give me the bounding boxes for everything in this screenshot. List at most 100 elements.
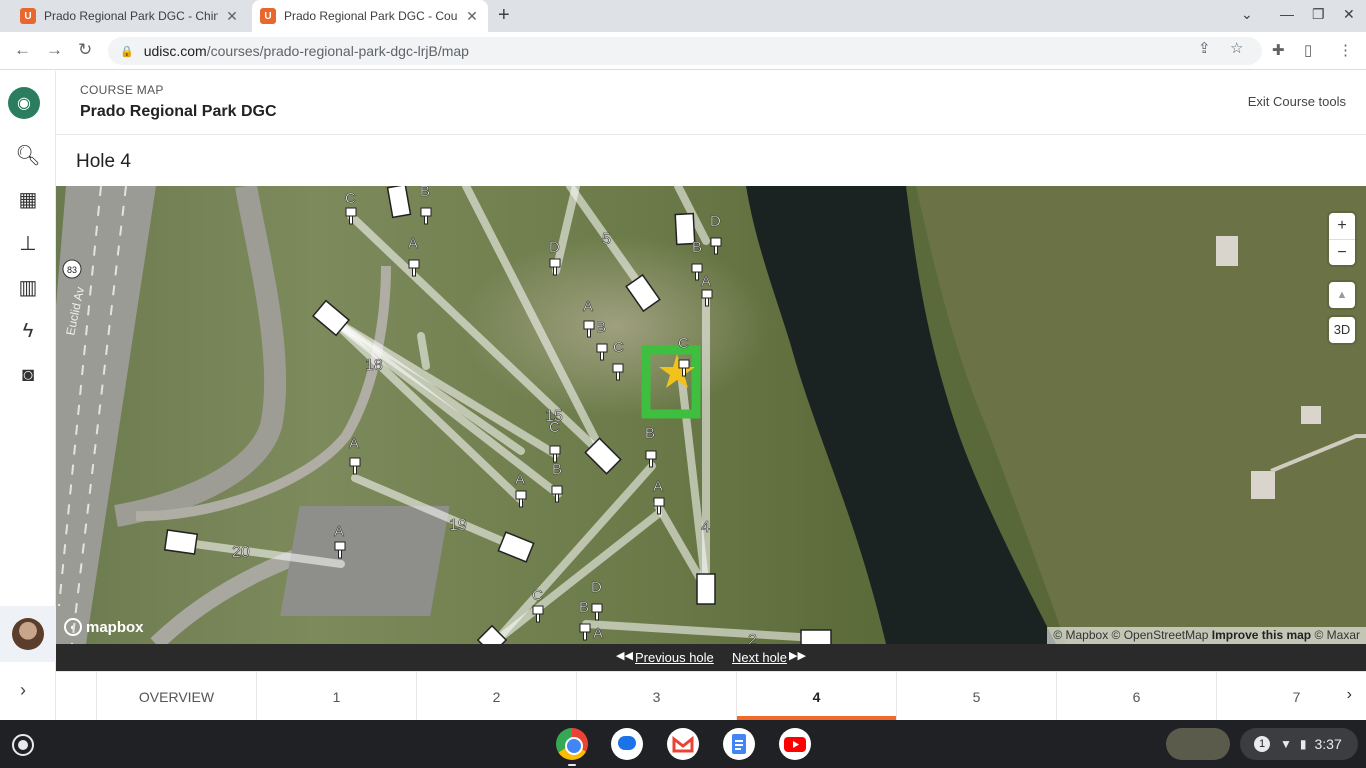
back-icon[interactable]: ← [14,40,31,60]
pin-letter-label: C [549,419,560,436]
disc-golf-basket-icon[interactable]: ⊥ [14,229,42,257]
building [1216,236,1238,266]
tee-pad[interactable] [497,531,535,563]
holding-space-tray[interactable] [1166,728,1230,760]
url-host: udisc.com [143,43,207,59]
gmail-app-icon[interactable] [667,728,699,760]
docs-app-icon[interactable] [723,728,755,760]
new-tab-icon[interactable]: + [498,4,510,27]
pin-letter-label: B [579,599,589,616]
hole-number-label: 18 [365,357,383,374]
previous-hole-link[interactable]: Previous hole [635,650,714,665]
pin-letter-label: D [710,213,721,230]
pin-letter-label: D [549,239,560,256]
browser-tab-1[interactable]: U Prado Regional Park DGC - Chino ✕ [12,0,248,32]
launcher-icon[interactable] [12,734,34,756]
hole-title: Hole 4 [76,151,131,172]
tab-overview[interactable]: OVERVIEW [96,672,256,721]
tee-pad[interactable] [800,629,832,644]
road-badge-label: 83 [67,265,77,275]
pin-letter-label: A [515,471,525,488]
address-bar[interactable]: 🔒 udisc.com/courses/prado-regional-park-… [108,37,1262,65]
course-map-icon[interactable]: ▦ [14,185,42,213]
clock-time: 3:37 [1314,736,1342,752]
status-area[interactable]: 1 ▼ ▮ 3:37 [1240,728,1358,760]
pin-letter-label: B [552,461,562,478]
compass-icon: ▲ [1336,289,1348,301]
hole-tabs: OVERVIEW 1 2 3 4 5 6 7 › [56,671,1366,721]
exit-course-tools-link[interactable]: Exit Course tools [1248,94,1346,109]
tab-hole-5[interactable]: 5 [896,672,1056,721]
next-hole-link[interactable]: Next hole [732,650,787,665]
udisc-logo-icon[interactable]: ◉ [8,87,40,119]
user-profile[interactable] [0,606,56,662]
pin-letter-label: A [583,298,593,315]
building [1301,406,1321,424]
tab-hole-4[interactable]: 4 [736,672,896,721]
hole-navigation: ◀◀ Previous hole Next hole ▶▶ [56,644,1366,671]
minimize-icon[interactable]: — [1280,6,1294,22]
zoom-controls: + − [1329,213,1355,265]
search-icon[interactable]: 🔍︎ [14,141,42,169]
tab-hole-6[interactable]: 6 [1056,672,1216,721]
browser-tab-2[interactable]: U Prado Regional Park DGC - Course ✕ [252,0,488,32]
tee-pad-hole-4[interactable] [696,573,716,605]
tee-pad[interactable] [625,273,661,313]
osm-attribution-link[interactable]: © OpenStreetMap [1112,628,1209,642]
improve-map-link[interactable]: Improve this map [1212,628,1311,642]
highway-road [56,186,156,644]
section-label: COURSE MAP [80,83,164,97]
rewind-icon: ◀◀ [616,650,633,662]
close-tab-icon[interactable]: ✕ [224,8,240,25]
tab-search-icon[interactable]: ⌄ [1241,6,1253,23]
pin-letter-label: A [701,273,711,290]
3d-toggle-button[interactable]: 3D [1329,317,1355,343]
wifi-icon: ▼ [1280,737,1292,751]
mapbox-logo[interactable]: ◐ mapbox [64,618,144,636]
expand-sidebar-icon[interactable]: › [20,680,26,701]
compass-button[interactable]: ▲ [1329,282,1355,308]
active-app-indicator [568,764,576,766]
mapbox-attribution-link[interactable]: © Mapbox [1053,628,1108,642]
scroll-tabs-right-icon[interactable]: › [1347,686,1352,704]
course-map[interactable]: 5 18 15 19 20 4 2 C B A D D B A A B C C … [56,186,1366,644]
forward-icon[interactable]: → [46,40,63,60]
extensions-icon[interactable]: ✚ [1272,41,1285,59]
browser-tab-strip: U Prado Regional Park DGC - Chino ✕ U Pr… [0,0,1366,32]
map-canvas[interactable]: 5 18 15 19 20 4 2 C B A D D B A A B C C … [56,186,1366,644]
camera-icon[interactable]: ◙ [14,361,42,389]
messages-app-icon[interactable] [611,728,643,760]
close-window-icon[interactable]: ✕ [1343,6,1355,23]
browser-tab-title: Prado Regional Park DGC - Chino [44,9,218,23]
course-header: COURSE MAP Prado Regional Park DGC Exit … [56,71,1366,135]
share-icon[interactable]: ⇪ [1198,39,1211,57]
close-tab-icon[interactable]: ✕ [464,8,480,25]
zoom-in-button[interactable]: + [1329,213,1355,239]
bookmark-star-icon[interactable]: ☆ [1230,39,1243,57]
maxar-attribution-link[interactable]: © Maxar [1314,628,1360,642]
avatar[interactable] [12,618,44,650]
reload-icon[interactable]: ↻ [78,40,92,60]
basket-star-icon [659,354,695,388]
tee-pad[interactable] [386,186,412,219]
tab-hole-3[interactable]: 3 [576,672,736,721]
events-bolt-icon[interactable]: ϟ [14,317,42,345]
zoom-out-button[interactable]: − [1329,239,1355,266]
tab-hole-2[interactable]: 2 [416,672,576,721]
udisc-favicon-icon: U [260,8,276,24]
hole-number-label: 4 [701,519,710,536]
os-shelf: 1 ▼ ▮ 3:37 [0,720,1366,768]
hole-number-label: 5 [602,231,611,248]
youtube-app-icon[interactable] [779,728,811,760]
stats-icon[interactable]: ▥ [14,273,42,301]
pin-letter-label: C [532,587,543,604]
restore-icon[interactable]: ❐ [1312,6,1325,23]
tab-hole-7[interactable]: 7 [1216,672,1366,721]
side-panel-icon[interactable]: ▯ [1304,41,1312,59]
pin-letter-label: A [593,625,603,642]
tee-pad[interactable] [163,529,199,555]
tab-hole-1[interactable]: 1 [256,672,416,721]
menu-kebab-icon[interactable]: ⋮ [1338,41,1353,59]
chrome-app-icon[interactable] [556,728,588,760]
hole-number-label: 20 [232,544,250,561]
